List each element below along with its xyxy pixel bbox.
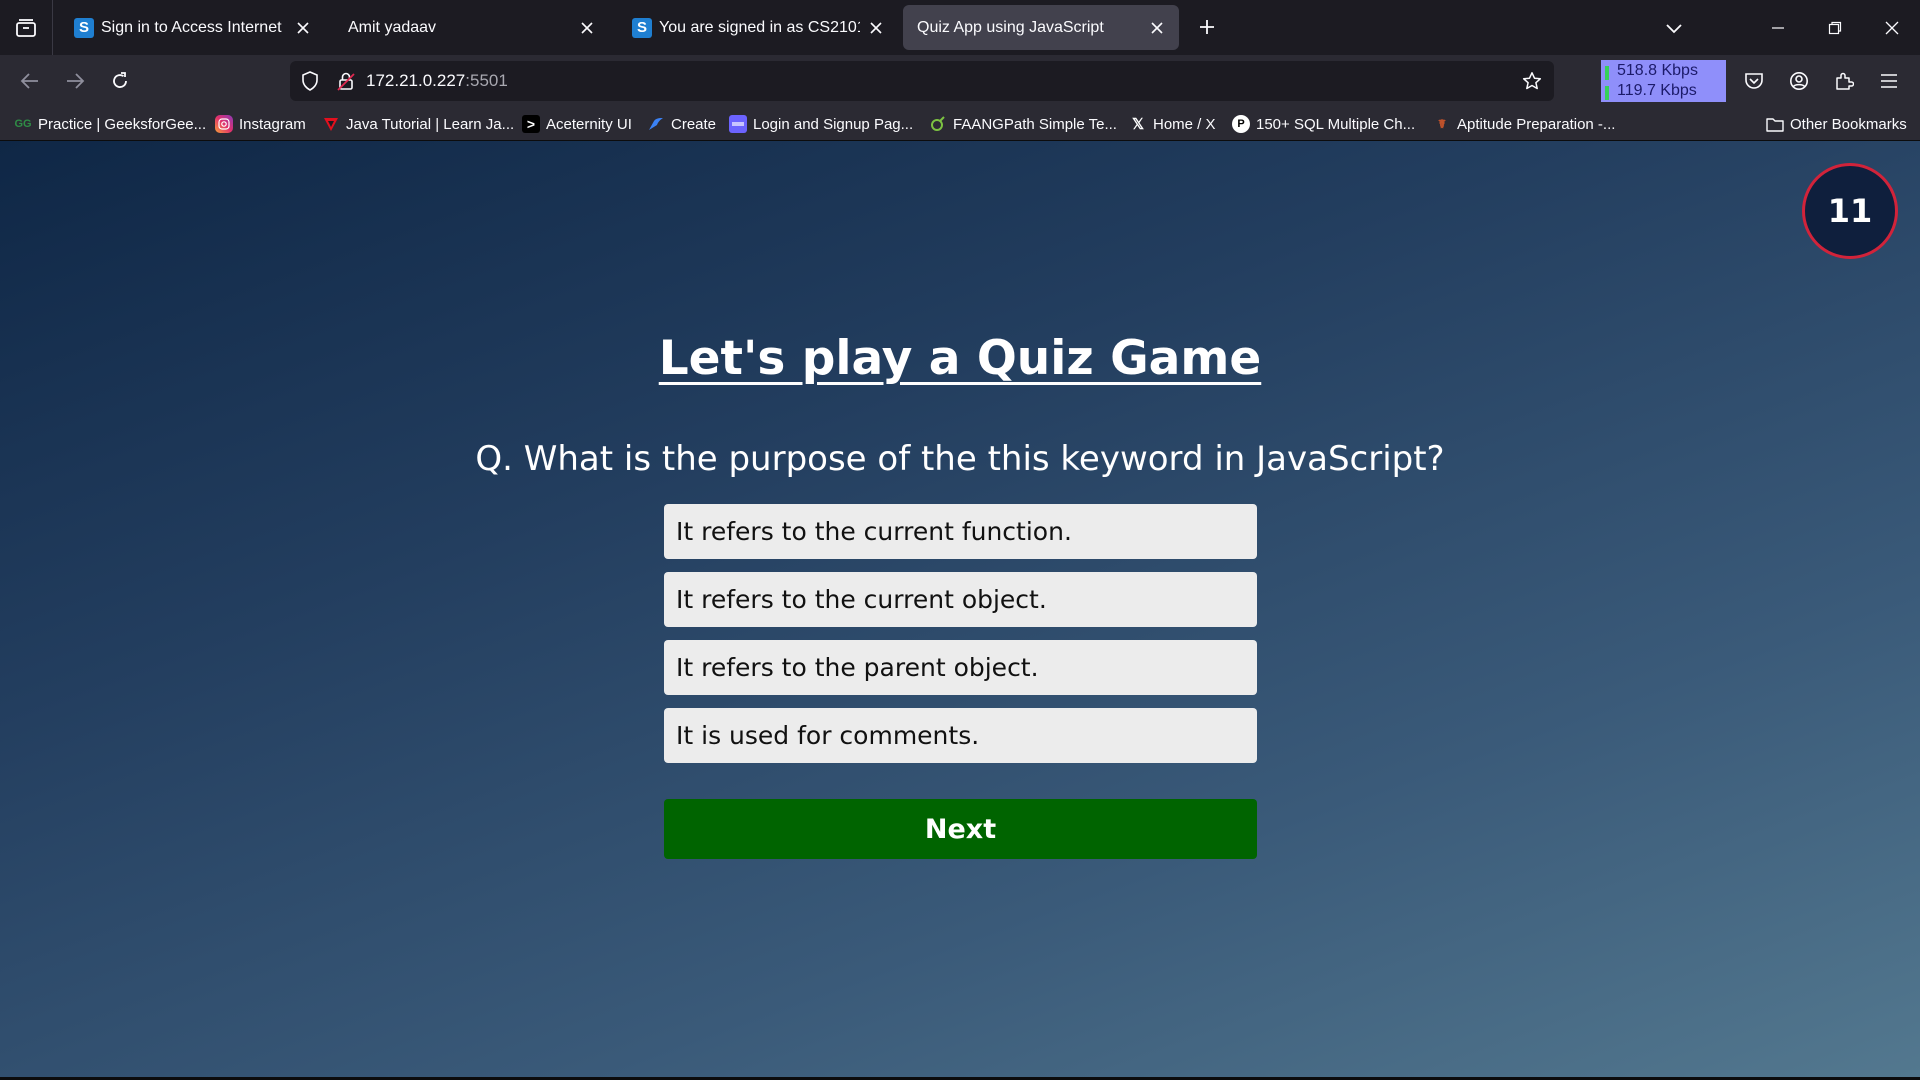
bookmark-label: Login and Signup Pag... xyxy=(753,115,914,133)
bookmark-login-signup[interactable]: Login and Signup Pag... xyxy=(729,112,913,136)
bookmark-label: Aptitude Preparation -... xyxy=(1457,115,1616,133)
back-arrow-icon xyxy=(20,73,38,89)
bookmark-label: Practice | GeeksforGee... xyxy=(38,115,207,133)
tab-signed-in[interactable]: S You are signed in as CS21015 xyxy=(618,5,898,50)
answer-option[interactable]: It refers to the current object. xyxy=(664,572,1257,627)
tracking-protection-shield-icon[interactable] xyxy=(298,69,322,93)
answer-option[interactable]: It refers to the parent object. xyxy=(664,640,1257,695)
aptitude-icon: ☤ xyxy=(1437,117,1447,131)
bookmark-label: Create xyxy=(671,115,717,133)
bookmark-home-x[interactable]: 𝕏 Home / X xyxy=(1129,112,1216,136)
next-button[interactable]: Next xyxy=(664,799,1257,859)
plus-icon xyxy=(1200,20,1214,34)
tab-title: Quiz App using JavaScript xyxy=(917,18,1104,36)
bookmark-geeksforgeeks[interactable]: GG Practice | GeeksforGee... xyxy=(14,112,206,136)
hamburger-menu-icon xyxy=(1881,74,1897,88)
x-icon: 𝕏 xyxy=(1131,116,1145,133)
pocket-icon xyxy=(1745,73,1763,89)
bookmark-create[interactable]: Create xyxy=(647,112,716,136)
bookmark-label: Aceternity UI xyxy=(546,115,632,133)
url-text[interactable]: 172.21.0.227:5501 xyxy=(366,71,508,91)
bookmark-faangpath[interactable]: FAANGPath Simple Te... xyxy=(929,112,1117,136)
create-icon xyxy=(647,115,665,133)
bookmark-label: 150+ SQL Multiple Ch... xyxy=(1256,115,1416,133)
reload-button[interactable] xyxy=(103,64,137,98)
navigation-toolbar: 172.21.0.227:5501 518.8 Kbps 119.7 Kbps xyxy=(0,55,1920,107)
other-bookmarks[interactable]: Other Bookmarks xyxy=(1766,112,1907,136)
close-window-button[interactable] xyxy=(1864,0,1920,55)
puzzle-piece-icon xyxy=(1836,72,1854,90)
bookmarks-toolbar: GG Practice | GeeksforGee... Instagram J… xyxy=(0,107,1920,141)
pocket-button[interactable] xyxy=(1737,64,1771,98)
new-tab-button[interactable] xyxy=(1192,12,1222,42)
insecure-lock-icon[interactable] xyxy=(334,69,358,93)
restore-icon xyxy=(1828,21,1842,34)
back-button[interactable] xyxy=(13,64,47,98)
bookmark-label: FAANGPath Simple Te... xyxy=(953,115,1117,133)
aceternity-icon: > xyxy=(522,115,540,133)
countdown-timer: 11 xyxy=(1802,163,1898,259)
download-indicator xyxy=(1605,66,1609,80)
close-tab-icon[interactable] xyxy=(1147,18,1167,38)
other-bookmarks-label: Other Bookmarks xyxy=(1790,115,1907,133)
tab-list-button[interactable] xyxy=(0,0,53,55)
close-tab-icon[interactable] xyxy=(293,18,313,38)
tab-quiz-app[interactable]: Quiz App using JavaScript xyxy=(903,5,1179,50)
bookmark-label: Instagram xyxy=(239,115,306,133)
forward-button[interactable] xyxy=(58,64,92,98)
bookmark-sql[interactable]: P 150+ SQL Multiple Ch... xyxy=(1232,112,1415,136)
tab-title: Amit yadaav xyxy=(348,18,437,36)
geeksforgeeks-icon: GG xyxy=(14,118,32,130)
answer-option[interactable]: It is used for comments. xyxy=(664,708,1257,763)
upload-speed: 119.7 Kbps xyxy=(1617,82,1697,99)
network-speed-widget: 518.8 Kbps 119.7 Kbps xyxy=(1601,60,1726,102)
tab-strip: S Sign in to Access Internet Amit yadaav… xyxy=(0,0,1920,55)
download-speed: 518.8 Kbps xyxy=(1617,62,1698,79)
tab-sign-in[interactable]: S Sign in to Access Internet xyxy=(60,5,325,50)
bookmark-label: Java Tutorial | Learn Ja... xyxy=(346,115,515,133)
s-favicon-icon: S xyxy=(74,17,94,38)
answer-option[interactable]: It refers to the current function. xyxy=(664,504,1257,559)
instagram-icon xyxy=(215,115,233,133)
quiz-page: 11 Let's play a Quiz Game Q. What is the… xyxy=(0,141,1920,1077)
bookmark-instagram[interactable]: Instagram xyxy=(215,112,306,136)
upload-indicator xyxy=(1605,86,1609,100)
folder-icon xyxy=(1766,115,1784,133)
java-tutorial-icon xyxy=(322,115,340,133)
url-bar[interactable]: 172.21.0.227:5501 xyxy=(290,61,1554,101)
bookmark-aptitude[interactable]: ☤ Aptitude Preparation -... xyxy=(1433,112,1615,136)
chevron-down-icon xyxy=(1666,23,1682,33)
close-tab-icon[interactable] xyxy=(866,18,886,38)
forward-arrow-icon xyxy=(67,73,85,89)
answer-list: It refers to the current function. It re… xyxy=(664,504,1257,776)
minimize-icon xyxy=(1772,26,1784,29)
bookmark-aceternity[interactable]: > Aceternity UI xyxy=(522,112,632,136)
s-favicon-icon: S xyxy=(632,17,652,38)
list-all-tabs-button[interactable] xyxy=(1646,0,1702,55)
sql-icon: P xyxy=(1232,115,1250,133)
url-port: :5501 xyxy=(465,71,508,90)
bookmark-star-icon[interactable] xyxy=(1520,69,1544,93)
restore-button[interactable] xyxy=(1807,0,1863,55)
tab-title: Sign in to Access Internet xyxy=(101,18,282,36)
menu-button[interactable] xyxy=(1872,64,1906,98)
url-host: 172.21.0.227 xyxy=(366,71,466,90)
question-text: Q. What is the purpose of the this keywo… xyxy=(475,439,1445,479)
tab-amit-yadaav[interactable]: Amit yadaav xyxy=(334,5,609,50)
bookmark-label: Home / X xyxy=(1153,115,1216,133)
faangpath-icon xyxy=(929,115,947,133)
extensions-button[interactable] xyxy=(1827,64,1861,98)
bookmark-java-tutorial[interactable]: Java Tutorial | Learn Ja... xyxy=(322,112,514,136)
page-title: Let's play a Quiz Game xyxy=(658,331,1262,386)
account-button[interactable] xyxy=(1782,64,1816,98)
minimize-button[interactable] xyxy=(1750,0,1806,55)
reload-icon xyxy=(113,72,127,88)
login-page-icon xyxy=(729,115,747,133)
close-tab-icon[interactable] xyxy=(577,18,597,38)
tab-list-icon xyxy=(16,18,36,37)
close-icon xyxy=(1885,21,1899,34)
tab-title: You are signed in as CS21015 xyxy=(659,18,860,36)
account-icon xyxy=(1790,72,1808,90)
